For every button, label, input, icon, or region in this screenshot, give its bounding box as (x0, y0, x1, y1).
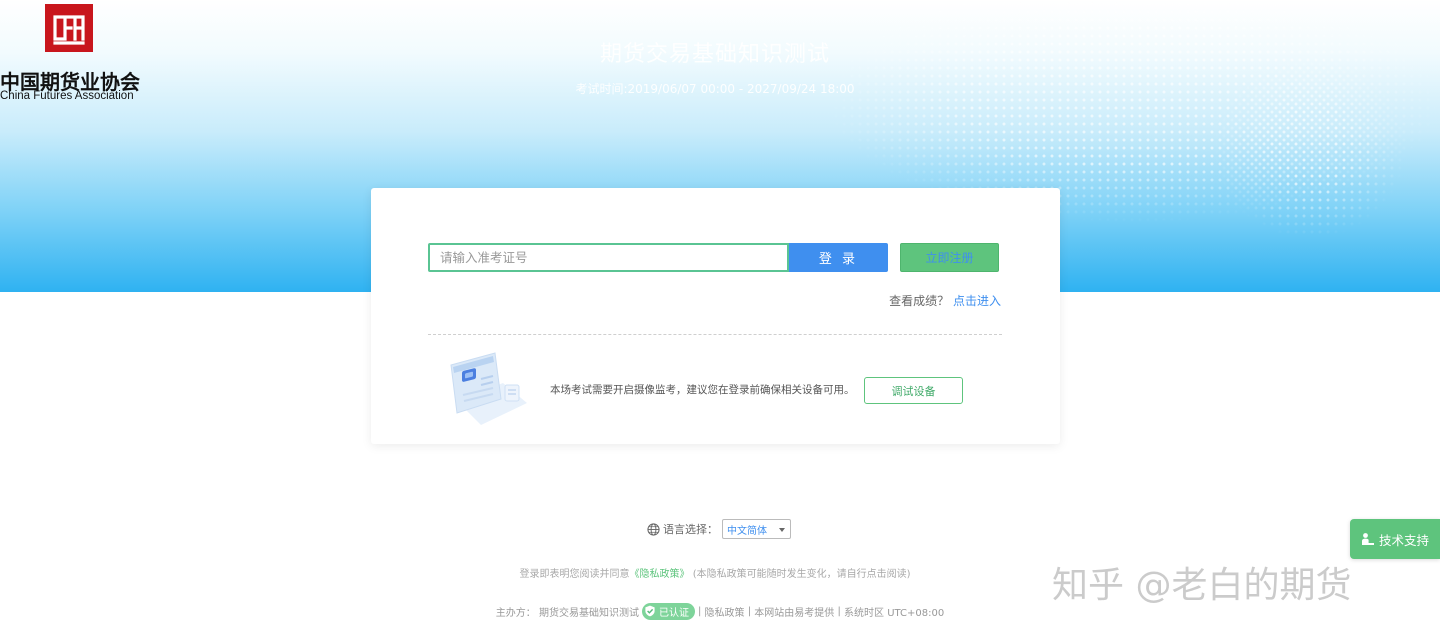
privacy-policy-link[interactable]: 《隐私政策》 (630, 569, 690, 580)
footer-privacy-link[interactable]: 隐私政策 (705, 604, 745, 619)
language-selector-row: 语言选择： 中文简体 (647, 519, 791, 539)
exam-title: 期货交易基础知识测试 (599, 42, 830, 67)
caret-down-icon (779, 528, 785, 532)
register-button[interactable]: 立即注册 (900, 243, 999, 272)
organizer-name: 期货交易基础知识测试 (538, 607, 639, 619)
score-prompt: 查看成绩？ (889, 294, 950, 308)
footer: 主办方： 期货交易基础知识测试 已认证 | 隐私政策 | 本网站由易考提供 | … (430, 602, 1010, 620)
language-selected: 中文简体 (727, 525, 767, 537)
admission-number-input[interactable] (428, 243, 789, 272)
tech-support-button[interactable]: 技术支持 (1350, 519, 1440, 559)
camera-illustration-icon (447, 351, 529, 429)
footer-timezone: 系统时区 UTC+08:00 (844, 607, 945, 619)
globe-icon (647, 522, 660, 536)
exam-time: 考试时间:2019/06/07 00:00 - 2027/09/24 18:00 (575, 82, 855, 96)
footer-sep-1: | (697, 605, 702, 617)
world-map-dots-right (1180, 20, 1440, 270)
login-card: 登 录 立即注册 查看成绩？ 点击进入 本场考试需要开启摄像监考，建议您在登录前… (371, 188, 1060, 444)
tech-support-label: 技术支持 (1378, 532, 1429, 548)
privacy-prefix: 登录即表明您阅读并同意 (519, 569, 630, 580)
camera-note: 本场考试需要开启摄像监考，建议您在登录前确保相关设备可用。 (550, 384, 855, 396)
logo-name-en: China Futures Association (0, 90, 134, 102)
divider (428, 334, 1002, 335)
cfa-logo-mark-icon (45, 4, 93, 52)
language-label: 语言选择： (663, 523, 718, 536)
footer-provider: 本网站由易考提供 (754, 607, 835, 619)
organizer-label: 主办方： (495, 607, 536, 619)
score-query: 查看成绩？ 点击进入 (831, 292, 1001, 309)
footer-sep-3: | (837, 605, 841, 617)
shield-check-icon (645, 605, 655, 617)
login-button[interactable]: 登 录 (789, 243, 888, 272)
footer-sep-2: | (747, 605, 752, 617)
verified-label: 已认证 (658, 607, 689, 619)
privacy-notice: 登录即表明您阅读并同意《隐私政策》 (本隐私政策可能随时发生变化，请自行点击阅读… (380, 565, 1050, 580)
debug-device-button[interactable]: 调试设备 (864, 377, 963, 404)
language-select[interactable]: 中文简体 (722, 519, 791, 539)
privacy-suffix: (本隐私政策可能随时发生变化，请自行点击阅读) (692, 569, 911, 580)
watermark: 知乎 @老白的期货 (1052, 565, 1352, 606)
cfa-logo: 中国期货业协会 China Futures Association (0, 2, 150, 102)
verified-badge[interactable]: 已认证 (641, 602, 695, 620)
score-link[interactable]: 点击进入 (953, 294, 1001, 308)
support-icon (1361, 533, 1374, 545)
